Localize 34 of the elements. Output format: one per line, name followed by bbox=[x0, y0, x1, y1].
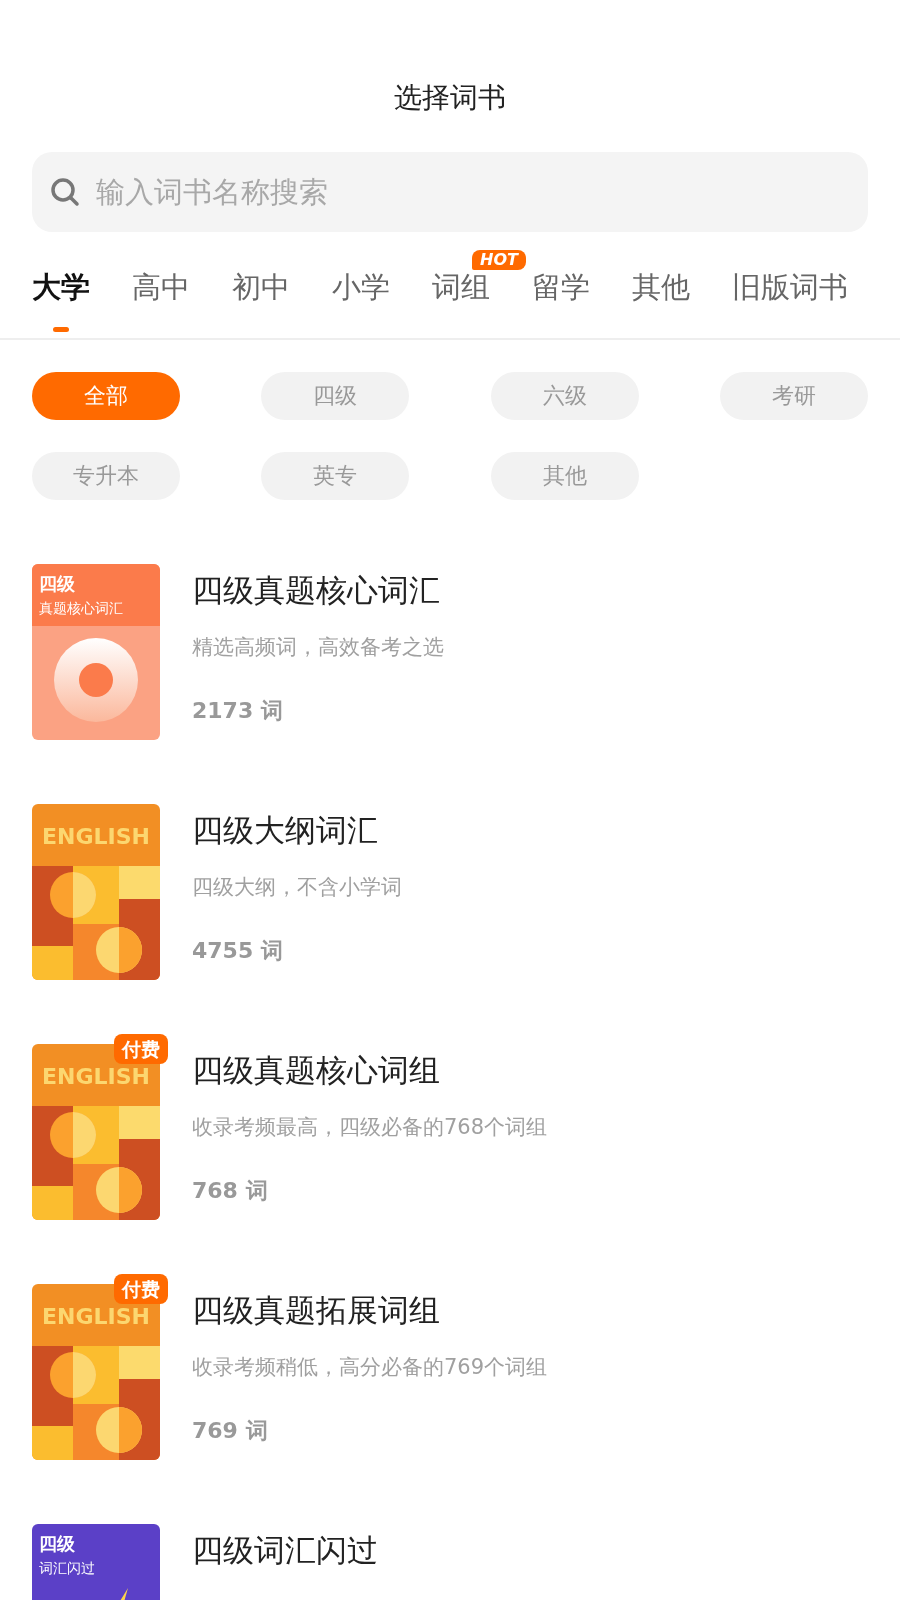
book-title[interactable]: 四级真题核心词组 bbox=[192, 1050, 440, 1090]
book-description: 收录考频最高，四级必备的768个词组 bbox=[192, 1114, 548, 1141]
category-tab[interactable]: 大学 bbox=[32, 266, 90, 310]
word-count: 2173 词 bbox=[192, 697, 283, 725]
paid-badge: 付费 bbox=[114, 1274, 168, 1304]
book-title[interactable]: 四级真题核心词汇 bbox=[192, 570, 440, 610]
cover-subtitle: 真题核心词汇 bbox=[39, 600, 123, 616]
search-field[interactable]: 输入词书名称搜索 bbox=[32, 152, 868, 232]
category-tab[interactable]: 高中 bbox=[132, 266, 190, 310]
word-count: 768 词 bbox=[192, 1177, 268, 1205]
book-title[interactable]: 四级词汇闪过 bbox=[192, 1530, 378, 1570]
book-title[interactable]: 四级大纲词汇 bbox=[192, 810, 378, 850]
search-icon bbox=[50, 177, 80, 207]
page-title: 选择词书 bbox=[394, 80, 506, 116]
book-description: 精选高频词，高效备考之选 bbox=[192, 634, 444, 661]
cover-title: ENGLISH bbox=[42, 824, 150, 849]
book-title[interactable]: 四级真题拓展词组 bbox=[192, 1290, 440, 1330]
word-count: 4755 词 bbox=[192, 937, 283, 965]
active-indicator bbox=[53, 327, 69, 332]
word-count: 769 词 bbox=[192, 1417, 268, 1445]
cover-title: ENGLISH bbox=[42, 1064, 150, 1089]
hot-badge: HOT bbox=[472, 250, 526, 270]
cover-title: ENGLISH bbox=[42, 1304, 150, 1329]
book-description: 收录考频稍低，高分必备的769个词组 bbox=[192, 1354, 548, 1381]
book-description: 四级大纲，不含小学词 bbox=[192, 874, 402, 901]
category-tab[interactable]: 其他 bbox=[632, 266, 690, 310]
category-tab[interactable]: 小学 bbox=[332, 266, 390, 310]
category-tab[interactable]: 初中 bbox=[232, 266, 290, 310]
cover-title: 四级 bbox=[39, 1533, 75, 1554]
cover-title: 四级 bbox=[39, 573, 75, 594]
cover-subtitle: 词汇闪过 bbox=[39, 1560, 95, 1576]
paid-badge: 付费 bbox=[114, 1034, 168, 1064]
category-tab[interactable]: 旧版词书 bbox=[732, 266, 848, 310]
category-tab[interactable]: 留学 bbox=[532, 266, 590, 310]
